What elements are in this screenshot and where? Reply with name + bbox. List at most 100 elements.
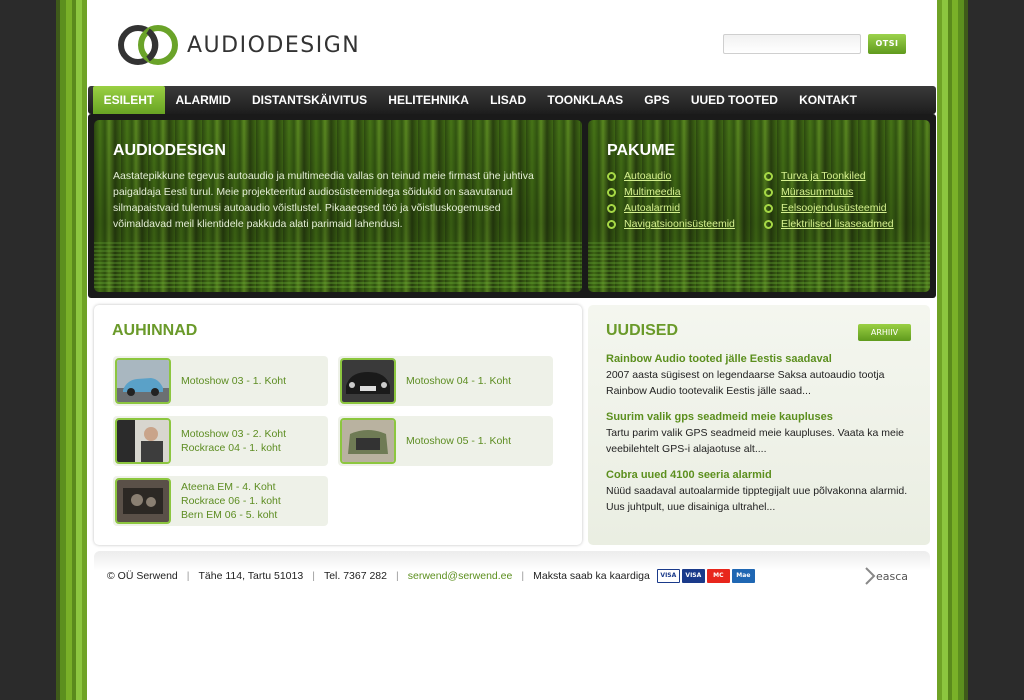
- award-line: Motoshow 03 - 1. Koht: [181, 375, 287, 387]
- award-line: Rockrace 06 - 1. koht: [181, 495, 281, 507]
- offer-label[interactable]: Eelsoojendusüsteemid: [781, 202, 887, 214]
- easca-logo-icon: [865, 567, 876, 585]
- footer-phone: Tel. 7367 282: [323, 570, 387, 582]
- footer-company: © OÜ Serwend: [107, 570, 178, 582]
- award-line: Motoshow 03 - 2. Koht: [181, 428, 287, 440]
- nav-item-uued-tooted[interactable]: UUED TOOTED: [680, 86, 788, 114]
- page: AUDIODESIGN OTSI ESILEHT ALARMID DISTANT…: [87, 0, 937, 700]
- award-line: Ateena EM - 4. Koht: [181, 481, 276, 493]
- archive-button[interactable]: ARHIIV: [858, 324, 911, 341]
- offer-label[interactable]: Mürasummutus: [781, 186, 853, 198]
- awards-section: AUHINNAD Motoshow 03 - 1. Koht Motoshow …: [94, 305, 582, 545]
- easca-credit-link[interactable]: easca: [864, 567, 908, 585]
- bullet-icon: [607, 187, 616, 197]
- award-line: Motoshow 04 - 1. Koht: [406, 375, 512, 387]
- offer-link[interactable]: Elektrilised lisaseadmed: [764, 216, 924, 232]
- offer-link[interactable]: Navigatsioonisüsteemid: [607, 216, 764, 232]
- award-label: Motoshow 03 - 2. Koht Rockrace 04 - 1. k…: [181, 427, 286, 455]
- offer-label[interactable]: Turva ja Toonkiled: [781, 170, 866, 182]
- award-label: Ateena EM - 4. Koht Rockrace 06 - 1. koh…: [181, 480, 281, 522]
- news-item: Suurim valik gps seadmeid meie kaupluses…: [606, 410, 912, 457]
- award-label: Motoshow 04 - 1. Koht: [406, 374, 511, 388]
- footer-divider: |: [312, 570, 315, 582]
- nav-item-helitehnika[interactable]: HELITEHNIKA: [378, 86, 480, 114]
- footer-info: © OÜ Serwend | Tähe 114, Tartu 51013 | T…: [107, 569, 757, 583]
- award-item[interactable]: Motoshow 05 - 1. Koht: [338, 416, 553, 466]
- mastercard-card-icon: MC: [706, 569, 730, 583]
- award-photo[interactable]: [115, 358, 171, 404]
- offer-link[interactable]: Turva ja Toonkiled: [764, 168, 924, 184]
- award-photo[interactable]: [340, 418, 396, 464]
- bullet-icon: [764, 203, 773, 213]
- intro-panel: AUDIODESIGN Aastatepikkune tegevus autoa…: [94, 120, 582, 292]
- bullet-icon: [607, 203, 616, 213]
- offer-label[interactable]: Multimeedia: [624, 186, 681, 198]
- offer-label[interactable]: Elektrilised lisaseadmed: [781, 218, 894, 230]
- footer: © OÜ Serwend | Tähe 114, Tartu 51013 | T…: [94, 551, 930, 601]
- visa-card-icon: VISA: [656, 569, 680, 583]
- footer-divider: |: [521, 570, 525, 582]
- nav-item-esileht[interactable]: ESILEHT: [93, 86, 165, 114]
- award-label: Motoshow 03 - 1. Koht: [181, 374, 286, 388]
- news-item-body: Nüüd saadaval autoalarmide tipptegijalt …: [606, 485, 908, 513]
- award-line: Rockrace 04 - 1. koht: [181, 442, 281, 454]
- logo-text: AUDIODESIGN: [187, 32, 361, 58]
- offer-link[interactable]: Multimeedia: [607, 184, 764, 200]
- footer-payment-text: Maksta saab ka kaardiga: [533, 570, 650, 582]
- offer-link[interactable]: Autoaudio: [607, 168, 764, 184]
- award-item[interactable]: Ateena EM - 4. Koht Rockrace 06 - 1. koh…: [113, 476, 328, 526]
- offer-link[interactable]: Mürasummutus: [764, 184, 924, 200]
- intro-title: AUDIODESIGN: [113, 142, 226, 159]
- award-item[interactable]: Motoshow 03 - 2. Koht Rockrace 04 - 1. k…: [113, 416, 328, 466]
- bullet-icon: [607, 219, 616, 229]
- hero-banner: AUDIODESIGN Aastatepikkune tegevus autoa…: [88, 114, 936, 298]
- intro-text: Aastatepikkune tegevus autoaudio ja mult…: [113, 170, 534, 230]
- offer-link[interactable]: Autoalarmid: [607, 200, 764, 216]
- logo[interactable]: AUDIODESIGN: [117, 24, 360, 66]
- bullet-icon: [764, 219, 773, 229]
- maestro-card-icon: Mae: [731, 569, 755, 583]
- awards-title: AUHINNAD: [112, 322, 198, 339]
- offers-title: PAKUME: [607, 142, 676, 159]
- bullet-icon: [607, 171, 616, 181]
- nav-item-toonklaas[interactable]: TOONKLAAS: [537, 86, 634, 114]
- award-item[interactable]: Motoshow 04 - 1. Koht: [338, 356, 553, 406]
- award-photo[interactable]: [115, 478, 171, 524]
- offer-label[interactable]: Autoaudio: [624, 170, 671, 182]
- offer-link[interactable]: Eelsoojendusüsteemid: [764, 200, 924, 216]
- logo-rings-icon: [118, 25, 178, 65]
- offers-list: Autoaudio Turva ja Toonkiled Multimeedia…: [607, 168, 927, 232]
- equalizer-graphic: [588, 242, 930, 288]
- footer-divider: |: [396, 570, 399, 582]
- news-item-title[interactable]: Suurim valik gps seadmeid meie kaupluses: [606, 410, 912, 425]
- news-item-title[interactable]: Cobra uued 4100 seeria alarmid: [606, 468, 912, 483]
- award-photo[interactable]: [340, 358, 396, 404]
- news-section: UUDISED ARHIIV Rainbow Audio tooted jäll…: [588, 305, 930, 545]
- news-item-title[interactable]: Rainbow Audio tooted jälle Eestis saadav…: [606, 352, 912, 367]
- news-item: Rainbow Audio tooted jälle Eestis saadav…: [606, 352, 912, 399]
- award-photo[interactable]: [115, 418, 171, 464]
- offer-label[interactable]: Navigatsioonisüsteemid: [624, 218, 735, 230]
- footer-divider: |: [186, 570, 190, 582]
- equalizer-graphic: [94, 242, 582, 288]
- left-decor-stripes: [0, 0, 90, 700]
- footer-email-link[interactable]: serwend@serwend.ee: [408, 570, 513, 582]
- easca-credit-text: easca: [876, 569, 909, 583]
- nav-item-lisad[interactable]: LISAD: [480, 86, 537, 114]
- award-line: Motoshow 05 - 1. Koht: [406, 435, 512, 447]
- award-label: Motoshow 05 - 1. Koht: [406, 434, 511, 448]
- nav-item-kontakt[interactable]: KONTAKT: [789, 86, 868, 114]
- news-title: UUDISED: [606, 322, 679, 339]
- nav-item-distantskaivitus[interactable]: DISTANTSKÄIVITUS: [241, 86, 377, 114]
- nav-item-gps[interactable]: GPS: [634, 86, 681, 114]
- bullet-icon: [764, 187, 773, 197]
- search-input[interactable]: [723, 34, 861, 54]
- search-button[interactable]: OTSI: [868, 34, 906, 54]
- award-item[interactable]: Motoshow 03 - 1. Koht: [113, 356, 328, 406]
- award-line: Bern EM 06 - 5. koht: [181, 509, 278, 521]
- news-item-body: Tartu parim valik GPS seadmeid meie kaup…: [606, 427, 905, 455]
- offer-label[interactable]: Autoalarmid: [624, 202, 680, 214]
- nav-item-alarmid[interactable]: ALARMID: [165, 86, 242, 114]
- main-nav: ESILEHT ALARMID DISTANTSKÄIVITUS HELITEH…: [88, 86, 936, 114]
- payment-cards: VISA VISA MC Mae: [656, 569, 757, 583]
